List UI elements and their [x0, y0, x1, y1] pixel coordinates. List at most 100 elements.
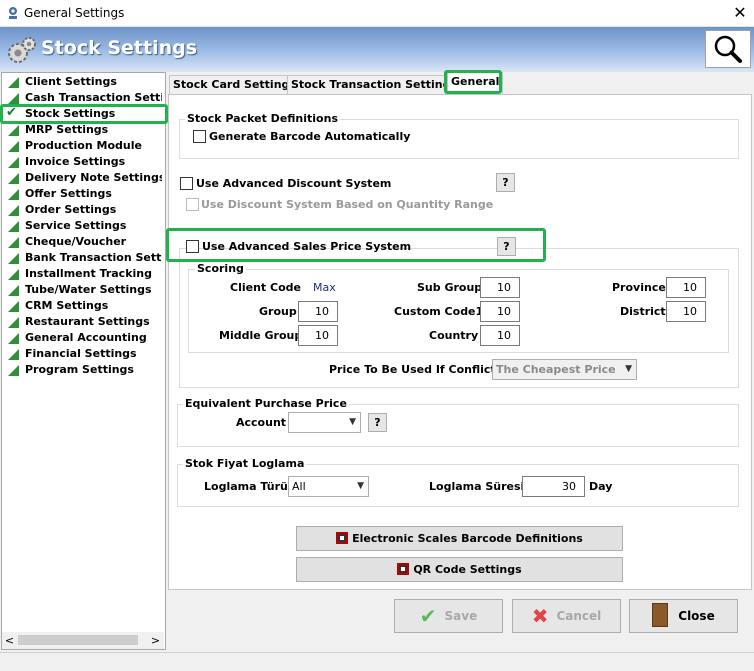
nav-item[interactable]: Order Settings — [2, 202, 162, 218]
group-label: Group — [259, 305, 297, 318]
triangle-icon — [8, 93, 19, 104]
cancel-label: Cancel — [556, 609, 602, 623]
stock-packet-title: Stock Packet Definitions — [185, 112, 340, 125]
nav-item[interactable]: Restaurant Settings — [2, 314, 162, 330]
scales-barcode-label: Electronic Scales Barcode Definitions — [352, 532, 583, 545]
custom-code1-score-input[interactable]: 10 — [480, 301, 520, 322]
tab-stock-card-settings[interactable]: Stock Card Settings — [169, 75, 300, 95]
save-button[interactable]: ✔ Save — [394, 599, 503, 633]
stok-fiyat-loglama-title: Stok Fiyat Loglama — [183, 457, 307, 470]
frame-icon — [336, 532, 349, 544]
frame-icon — [397, 563, 410, 575]
loglama-suresi-input[interactable]: 30 — [522, 476, 585, 497]
nav-item-label: Tube/Water Settings — [25, 283, 152, 296]
triangle-icon — [8, 301, 19, 312]
nav-item-label: Offer Settings — [25, 187, 112, 200]
nav-item-label: Program Settings — [25, 363, 134, 376]
nav-item[interactable]: Service Settings — [2, 218, 162, 234]
generate-barcode-checkbox[interactable] — [193, 130, 206, 143]
nav-item[interactable]: Production Module — [2, 138, 162, 154]
discount-help-button[interactable]: ? — [496, 173, 515, 192]
district-label: District — [620, 305, 666, 318]
loglama-turu-value: All — [292, 480, 306, 493]
chevron-down-icon: ▼ — [349, 417, 356, 427]
province-score-input[interactable]: 10 — [666, 277, 706, 298]
equivalent-purchase-title: Equivalent Purchase Price — [183, 397, 349, 410]
triangle-icon — [8, 349, 19, 360]
advanced-discount-checkbox[interactable] — [180, 177, 193, 190]
loglama-suresi-label: Loglama Süresi — [429, 480, 525, 493]
triangle-icon — [8, 173, 19, 184]
triangle-icon — [8, 141, 19, 152]
nav-item[interactable]: MRP Settings — [2, 122, 162, 138]
nav-item-label: CRM Settings — [25, 299, 109, 312]
loglama-turu-select[interactable]: All ▼ — [288, 476, 369, 497]
close-button[interactable]: Close — [629, 599, 738, 633]
nav-item-label: Bank Transaction Settings — [25, 251, 162, 264]
close-window-button[interactable]: ✕ — [730, 2, 750, 24]
cross-icon: ✖ — [531, 604, 549, 628]
nav-item-label: Order Settings — [25, 203, 117, 216]
custom-code1-label: Custom Code1 — [394, 305, 484, 318]
triangle-icon — [8, 189, 19, 200]
selected-highlight — [0, 104, 168, 124]
scroll-right-arrow[interactable]: > — [148, 632, 163, 649]
nav-item-label: Cash Transaction Settings — [25, 91, 162, 104]
status-bar — [0, 652, 754, 671]
triangle-icon — [8, 317, 19, 328]
country-score-input[interactable]: 10 — [480, 325, 520, 346]
advanced-sales-price-checkbox[interactable] — [186, 240, 199, 253]
scroll-left-arrow[interactable]: < — [2, 632, 17, 649]
nav-item[interactable]: Program Settings — [2, 362, 162, 378]
nav-item[interactable]: General Accounting — [2, 330, 162, 346]
district-score-input[interactable]: 10 — [666, 301, 706, 322]
tab-stock-transaction-settings[interactable]: Stock Transaction Settings — [287, 75, 462, 95]
group-score-input[interactable]: 10 — [298, 301, 338, 322]
cancel-button[interactable]: ✖ Cancel — [512, 599, 621, 633]
account-help-button[interactable]: ? — [368, 413, 387, 432]
search-button[interactable] — [705, 30, 751, 68]
nav-item-label: Installment Tracking — [25, 267, 152, 280]
nav-item[interactable]: Cheque/Voucher — [2, 234, 162, 250]
conflict-price-select[interactable]: The Cheapest Price ▼ — [492, 359, 637, 380]
sub-group-label: Sub Group — [417, 281, 483, 294]
generate-barcode-label: Generate Barcode Automatically — [209, 130, 411, 143]
middle-group-score-input[interactable]: 10 — [298, 325, 338, 346]
nav-item-label: Service Settings — [25, 219, 127, 232]
scoring-title: Scoring — [195, 262, 246, 275]
client-code-label: Client Code — [230, 281, 301, 294]
nav-item[interactable]: Installment Tracking — [2, 266, 162, 282]
magnifier-icon — [714, 35, 742, 63]
triangle-icon — [8, 253, 19, 264]
door-exit-icon — [652, 603, 669, 627]
nav-item[interactable]: Offer Settings — [2, 186, 162, 202]
account-select[interactable]: ▼ — [288, 412, 361, 433]
loglama-suresi-unit: Day — [589, 480, 613, 493]
qr-code-settings-button[interactable]: QR Code Settings — [296, 557, 623, 582]
nav-item[interactable]: CRM Settings — [2, 298, 162, 314]
nav-item-label: General Accounting — [25, 331, 147, 344]
scroll-thumb[interactable] — [18, 635, 138, 645]
nav-item[interactable]: Client Settings — [2, 74, 162, 90]
nav-item[interactable]: Tube/Water Settings — [2, 282, 162, 298]
nav-item-label: Production Module — [25, 139, 142, 152]
sales-price-help-button[interactable]: ? — [497, 237, 516, 256]
nav-item-label: Financial Settings — [25, 347, 137, 360]
scales-barcode-button[interactable]: Electronic Scales Barcode Definitions — [296, 526, 623, 551]
window-title: General Settings — [24, 6, 125, 20]
check-icon: ✔ — [419, 604, 437, 628]
middle-group-label: Middle Group — [219, 329, 303, 342]
country-label: Country — [429, 329, 479, 342]
nav-item[interactable]: Bank Transaction Settings — [2, 250, 162, 266]
triangle-icon — [8, 221, 19, 232]
sub-group-score-input[interactable]: 10 — [480, 277, 520, 298]
nav-item[interactable]: Financial Settings — [2, 346, 162, 362]
nav-item-label: Delivery Note Settings — [25, 171, 162, 184]
nav-item[interactable]: Delivery Note Settings — [2, 170, 162, 186]
conflict-price-value: The Cheapest Price — [496, 363, 616, 376]
triangle-icon — [8, 269, 19, 280]
save-label: Save — [444, 609, 478, 623]
quantity-range-checkbox[interactable] — [186, 198, 199, 211]
nav-item[interactable]: Invoice Settings — [2, 154, 162, 170]
tab-highlight — [444, 70, 502, 94]
